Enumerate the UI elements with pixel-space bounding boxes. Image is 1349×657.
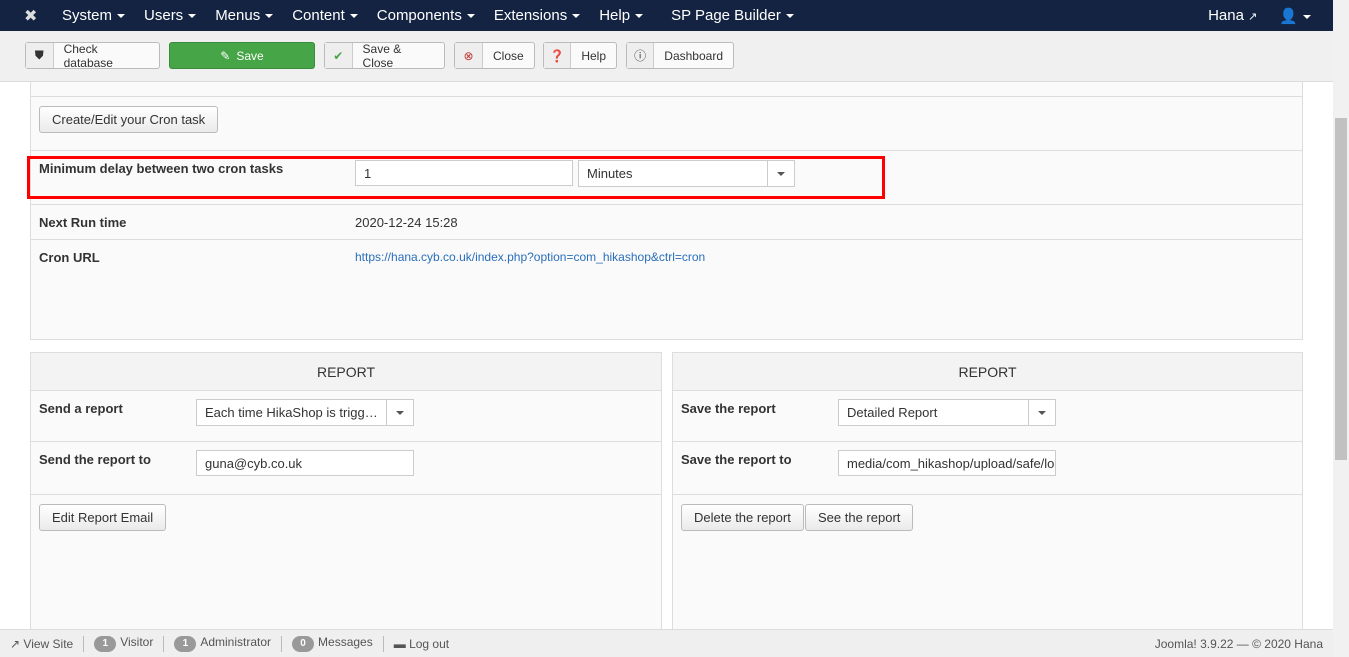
report-title: REPORT	[673, 353, 1302, 391]
send-to-row: Send the report to guna@cyb.co.uk	[31, 441, 661, 495]
joomla-logo-icon[interactable]: ✖	[24, 6, 46, 26]
menu-sp-page-builder[interactable]: SP Page Builder	[671, 7, 794, 24]
button-label: Help	[581, 48, 606, 63]
report-actions-row: Delete the report See the report	[673, 494, 1302, 644]
link-label: Administrator	[200, 635, 272, 650]
menu-label: Help	[599, 7, 631, 24]
send-to-input[interactable]: guna@cyb.co.uk	[196, 450, 414, 476]
edit-icon: ✎	[220, 48, 231, 63]
scrollbar-thumb[interactable]	[1335, 118, 1347, 460]
next-run-value: 2020-12-24 15:28	[355, 215, 458, 230]
visitor-count-badge: 1	[94, 635, 117, 652]
check-icon: ✔	[325, 43, 353, 68]
menu-help[interactable]: Help	[599, 7, 644, 24]
link-label: Log out	[409, 636, 450, 651]
minus-icon: ▬	[393, 636, 406, 651]
menu-label: SP Page Builder	[671, 7, 781, 24]
help-button[interactable]: ❓ Help	[543, 42, 617, 69]
save-report-row: Save the report Detailed Report	[673, 391, 1302, 441]
menu-system[interactable]: System	[62, 7, 126, 24]
button-label: Save & Close	[362, 41, 402, 70]
button-label: Close	[493, 48, 524, 63]
shield-icon: ⛊	[26, 43, 54, 68]
cron-create-row: Create/Edit your Cron task	[31, 96, 1302, 151]
menu-users[interactable]: Users	[144, 7, 197, 24]
save-report-label: Save the report	[681, 401, 776, 416]
create-edit-cron-button[interactable]: Create/Edit your Cron task	[39, 106, 219, 133]
menu-label: System	[62, 7, 113, 24]
send-report-select[interactable]: Each time HikaShop is triggered	[196, 399, 414, 426]
user-site-link[interactable]: Hana ↗	[1208, 7, 1257, 25]
info-icon: ⓘ	[627, 43, 655, 68]
save-close-button[interactable]: ✔ Save & Close	[324, 41, 445, 70]
save-report-select[interactable]: Detailed Report	[838, 399, 1056, 426]
edit-report-email-button[interactable]: Edit Report Email	[39, 504, 167, 531]
link-label: Messages	[318, 635, 373, 650]
question-icon: ❓	[544, 43, 572, 68]
close-circle-icon: ⊗	[455, 43, 483, 68]
next-run-label: Next Run time	[39, 215, 127, 230]
external-link-icon: ↗	[10, 636, 21, 651]
administrator-link[interactable]: 1 Administrator	[174, 635, 271, 652]
report-send-panel: REPORT Send a report Each time HikaShop …	[30, 352, 662, 642]
link-label: Visitor	[120, 635, 154, 650]
dashboard-button[interactable]: ⓘ Dashboard	[626, 42, 734, 69]
cron-url-link[interactable]: https://hana.cyb.co.uk/index.php?option=…	[355, 250, 705, 264]
toolbar: ⛊ Check database ✎ Save ✔ Save & Close ⊗ Clo…	[0, 31, 1333, 82]
menu-label: Content	[292, 7, 345, 24]
version-text: Joomla! 3.9.22 — © 2020 Hana	[1154, 636, 1323, 651]
menu-components[interactable]: Components	[377, 7, 475, 24]
select-value: Each time HikaShop is triggered	[205, 405, 386, 420]
highlight-box	[27, 156, 885, 199]
save-button[interactable]: ✎ Save	[169, 42, 315, 69]
user-name: Hana	[1208, 6, 1244, 24]
menu-label: Menus	[215, 7, 261, 24]
see-report-button[interactable]: See the report	[805, 504, 914, 531]
menu-menus[interactable]: Menus	[215, 7, 274, 24]
external-link-icon: ↗	[1248, 10, 1258, 23]
logout-link[interactable]: ▬ Log out	[394, 637, 449, 651]
menu-content[interactable]: Content	[292, 7, 358, 24]
admin-count-badge: 1	[174, 635, 197, 652]
menu-label: Extensions	[493, 7, 568, 24]
edit-email-row: Edit Report Email	[31, 494, 661, 644]
chevron-down-icon	[386, 400, 413, 425]
button-label: Save	[236, 48, 264, 63]
menu-label: Components	[376, 7, 462, 24]
menu-extensions[interactable]: Extensions	[493, 7, 581, 24]
user-menu[interactable]: 👤	[1279, 7, 1311, 25]
top-navbar: ✖ System Users Menus Content Components …	[0, 0, 1333, 31]
cron-panel: Create/Edit your Cron task Minimum delay…	[30, 82, 1303, 340]
report-save-panel: REPORT Save the report Detailed Report S…	[672, 352, 1303, 642]
user-icon: 👤	[1279, 7, 1298, 25]
cron-url-label: Cron URL	[39, 250, 100, 265]
button-label: Check database	[63, 41, 113, 70]
button-label: Dashboard	[664, 48, 723, 63]
messages-count-badge: 0	[292, 635, 315, 652]
check-database-button[interactable]: ⛊ Check database	[25, 41, 160, 70]
next-run-row: Next Run time 2020-12-24 15:28	[31, 204, 1302, 239]
chevron-down-icon	[1028, 400, 1055, 425]
select-value: Detailed Report	[847, 405, 938, 420]
menu-label: Users	[144, 7, 184, 24]
report-title: REPORT	[31, 353, 661, 391]
save-to-label: Save the report to	[681, 452, 792, 467]
cron-url-row: Cron URL https://hana.cyb.co.uk/index.ph…	[31, 239, 1302, 339]
link-label: View Site	[23, 636, 74, 651]
close-button[interactable]: ⊗ Close	[454, 42, 535, 69]
visitor-link[interactable]: 1 Visitor	[94, 635, 153, 652]
send-report-row: Send a report Each time HikaShop is trig…	[31, 391, 661, 441]
delete-report-button[interactable]: Delete the report	[681, 504, 804, 531]
messages-link[interactable]: 0 Messages	[292, 635, 373, 652]
status-bar: ↗ View Site 1 Visitor 1 Administrator 0 Mes…	[0, 629, 1333, 657]
send-report-label: Send a report	[39, 401, 123, 416]
scrollbar[interactable]	[1333, 0, 1349, 657]
view-site-link[interactable]: ↗ View Site	[10, 637, 73, 651]
save-to-row: Save the report to media/com_hikashop/up…	[673, 441, 1302, 495]
save-to-input[interactable]: media/com_hikashop/upload/safe/logs	[838, 450, 1056, 476]
send-to-label: Send the report to	[39, 452, 151, 467]
